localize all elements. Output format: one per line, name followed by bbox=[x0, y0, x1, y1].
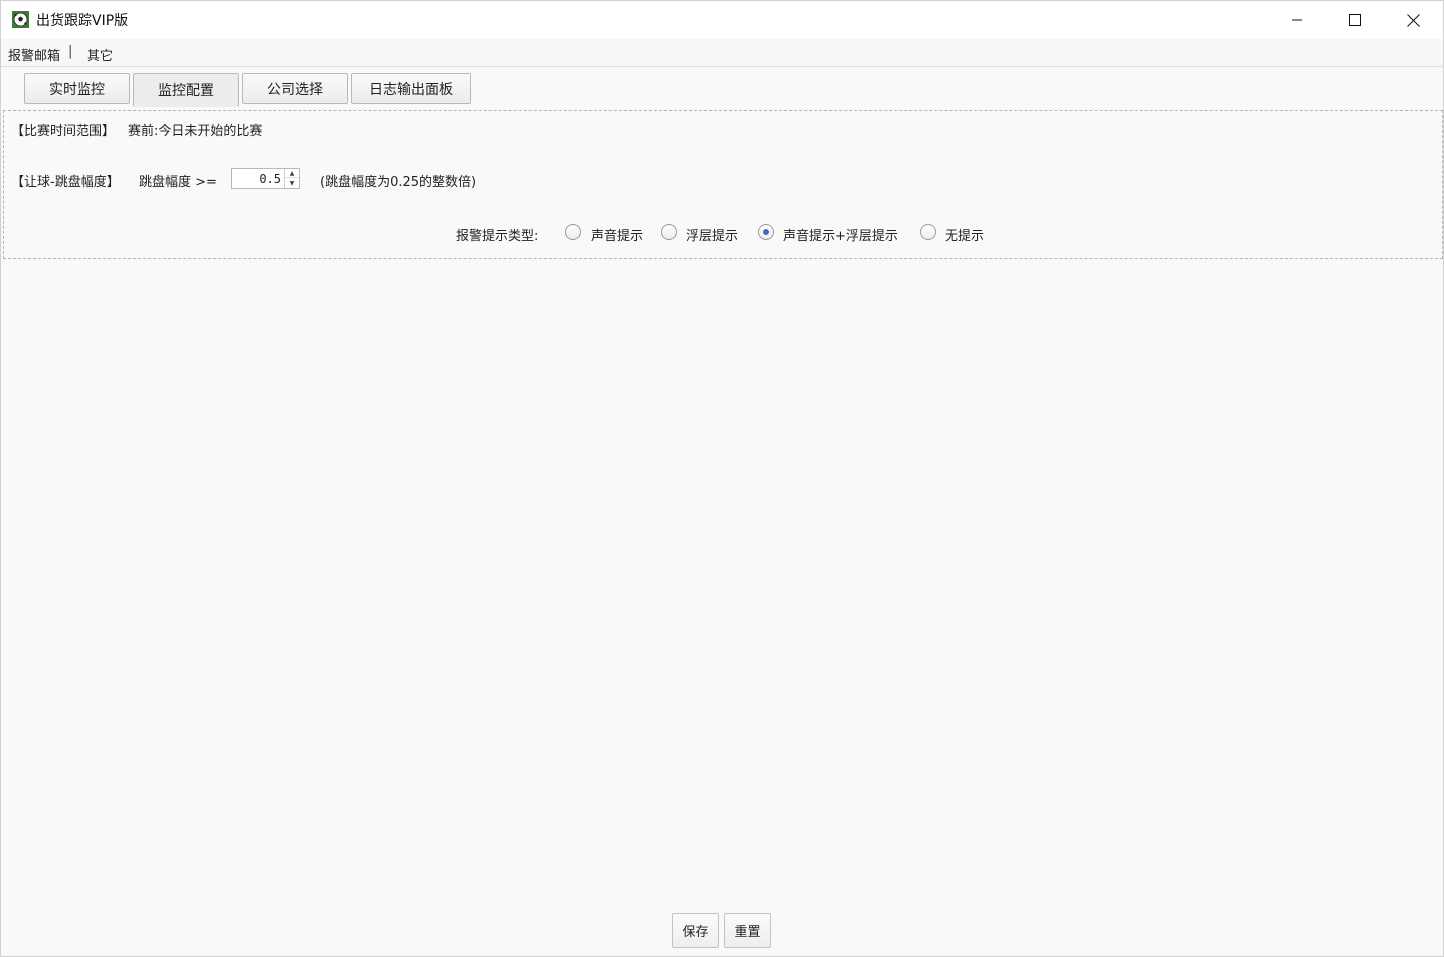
radio-label-none: 无提示 bbox=[945, 229, 985, 244]
radio-none[interactable] bbox=[920, 224, 936, 240]
menu-item-other[interactable]: 其它 bbox=[87, 45, 113, 64]
menu-item-alert-email[interactable]: 报警邮箱 bbox=[8, 45, 60, 64]
tab-log-panel[interactable]: 日志输出面板 bbox=[351, 73, 471, 104]
menu-separator: | bbox=[68, 44, 73, 59]
alert-type-radio-group: 声音提示 浮层提示 声音提示+浮层提示 无提示 bbox=[4, 223, 1404, 244]
soccer-ball-icon bbox=[12, 11, 29, 28]
stepper-up-icon[interactable]: ▲ bbox=[285, 169, 299, 178]
app-window: 出货跟踪VIP版 报警邮箱 | 其它 实时监控 监控配置 公司选择 日志输出面板 bbox=[0, 0, 1444, 957]
jump-amplitude-label: 跳盘幅度 >= bbox=[139, 175, 217, 190]
minimize-button[interactable] bbox=[1268, 1, 1326, 39]
reset-button[interactable]: 重置 bbox=[724, 913, 771, 948]
jump-amplitude-stepper[interactable]: ▲ ▼ bbox=[231, 168, 300, 189]
tab-company-select[interactable]: 公司选择 bbox=[242, 73, 348, 104]
maximize-button[interactable] bbox=[1326, 1, 1384, 39]
maximize-icon bbox=[1349, 14, 1361, 26]
radio-sound[interactable] bbox=[565, 224, 581, 240]
jump-amplitude-input[interactable] bbox=[232, 169, 284, 188]
monitor-config-panel: 【比赛时间范围】 赛前:今日未开始的比赛 【让球-跳盘幅度】 跳盘幅度 >= ▲… bbox=[3, 110, 1443, 259]
radio-label-overlay: 浮层提示 bbox=[686, 229, 739, 244]
time-range-label: 【比赛时间范围】 bbox=[11, 124, 116, 139]
tab-realtime-monitor[interactable]: 实时监控 bbox=[24, 73, 130, 104]
minimize-icon bbox=[1292, 19, 1302, 21]
stepper-down-icon[interactable]: ▼ bbox=[285, 179, 299, 188]
radio-label-sound: 声音提示 bbox=[591, 229, 644, 244]
tab-monitor-config[interactable]: 监控配置 bbox=[133, 73, 239, 107]
handicap-label: 【让球-跳盘幅度】 bbox=[11, 175, 120, 190]
tab-bar: 实时监控 监控配置 公司选择 日志输出面板 bbox=[1, 68, 1443, 108]
stepper-arrows: ▲ ▼ bbox=[284, 169, 299, 188]
close-icon bbox=[1406, 13, 1420, 27]
radio-sound-overlay[interactable] bbox=[758, 224, 774, 240]
menu-bar: 报警邮箱 | 其它 bbox=[1, 39, 1443, 67]
radio-label-sound-overlay: 声音提示+浮层提示 bbox=[783, 229, 898, 244]
radio-overlay[interactable] bbox=[661, 224, 677, 240]
window-title: 出货跟踪VIP版 bbox=[36, 13, 129, 29]
jump-amplitude-hint: (跳盘幅度为0.25的整数倍) bbox=[320, 175, 477, 190]
title-bar[interactable]: 出货跟踪VIP版 bbox=[1, 1, 1443, 39]
time-range-value: 赛前:今日未开始的比赛 bbox=[128, 124, 263, 139]
close-button[interactable] bbox=[1384, 1, 1442, 39]
save-button[interactable]: 保存 bbox=[672, 913, 719, 948]
